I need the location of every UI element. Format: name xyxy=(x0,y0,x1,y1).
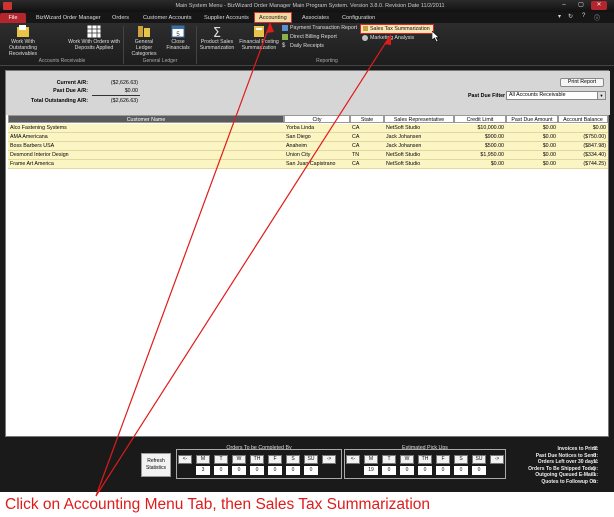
arrow-to-accounting-tab xyxy=(95,23,271,497)
arrow-head-icon xyxy=(266,22,274,33)
instruction-caption: Click on Accounting Menu Tab, then Sales… xyxy=(5,496,431,513)
arrow-head-icon xyxy=(384,34,391,45)
arrow-to-sales-tax xyxy=(95,35,391,497)
instruction-arrows xyxy=(95,22,391,497)
